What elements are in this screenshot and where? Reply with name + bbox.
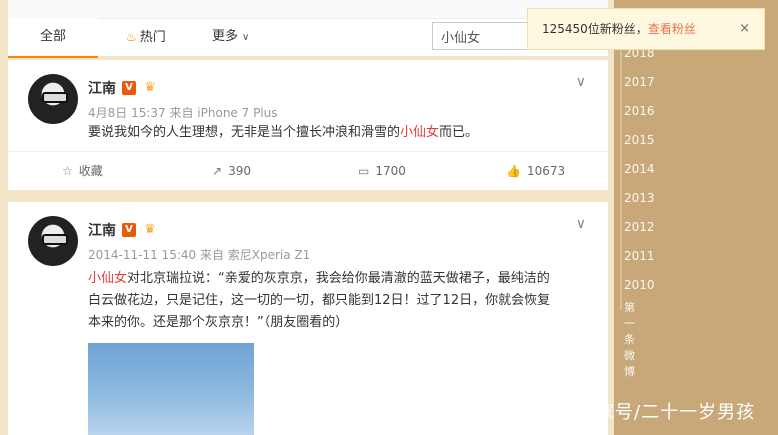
year-item[interactable]: 2015 (624, 133, 655, 147)
favorite-button[interactable]: ☆ 收藏 (62, 152, 103, 190)
tab-hot-label: 热门 (139, 30, 166, 45)
first-post-link[interactable]: 第一条微博 (624, 299, 635, 379)
highlight-keyword[interactable]: 小仙女 (88, 271, 127, 286)
notification-text: 125450位新粉丝，查看粉丝 (542, 9, 696, 49)
year-item[interactable]: 2017 (624, 75, 655, 89)
thumbs-up-icon: 👍 (506, 164, 521, 178)
view-fans-link[interactable]: 查看粉丝 (648, 22, 696, 36)
post-line-3: 本来的你。还是那个灰京京！”（朋友圈看的） (88, 315, 349, 330)
star-icon: ☆ (62, 164, 73, 178)
post-content: 要说我如今的人生理想，无非是当个擅长冲浪和滑雪的小仙女而已。 (88, 122, 478, 144)
comment-count: 1700 (375, 164, 406, 178)
tab-hot[interactable]: ♨ 热门 (126, 18, 166, 56)
weibo-post: 江南 V ♛ 4月8日 15:37 来自 iPhone 7 Plus ∨ 要说我… (8, 60, 608, 190)
avatar[interactable] (28, 74, 78, 124)
author-name[interactable]: 江南 (88, 78, 116, 98)
crown-icon: ♛ (144, 222, 156, 237)
like-count: 10673 (526, 164, 566, 178)
highlight-keyword[interactable]: 小仙女 (400, 125, 439, 140)
tab-more[interactable]: 更多 ∨ (212, 18, 249, 56)
close-icon[interactable]: × (739, 9, 750, 49)
post-content: 小仙女对北京瑞拉说：“亲爱的灰京京，我会给你最清澈的蓝天做裙子，最纯洁的 白云做… (88, 268, 550, 334)
year-item[interactable]: 2012 (624, 220, 655, 234)
chevron-down-icon[interactable]: ∨ (576, 216, 586, 232)
like-button[interactable]: 👍 10673 (506, 152, 565, 190)
feed-tabs: 全部 ♨ 热门 更多 ∨ (8, 0, 608, 58)
post-actions: ☆ 收藏 ↗ 390 ▭ 1700 👍 10673 (8, 151, 608, 190)
year-item[interactable]: 2014 (624, 162, 655, 176)
chevron-down-icon: ∨ (242, 32, 250, 43)
new-fans-notification: 125450位新粉丝，查看粉丝 × (527, 8, 765, 50)
favorite-label: 收藏 (78, 164, 103, 178)
post-line-1: 小仙女对北京瑞拉说：“亲爱的灰京京，我会给你最清澈的蓝天做裙子，最纯洁的 (88, 268, 550, 290)
chevron-down-icon[interactable]: ∨ (576, 74, 586, 90)
year-item[interactable]: 2010 (624, 278, 655, 292)
post-text: 对北京瑞拉说：“亲爱的灰京京，我会给你最清澈的蓝天做裙子，最纯洁的 (127, 271, 550, 286)
year-item[interactable]: 2016 (624, 104, 655, 118)
crown-icon: ♛ (144, 80, 156, 95)
tab-more-label: 更多 (212, 29, 239, 44)
repost-icon: ↗ (212, 164, 223, 178)
comment-button[interactable]: ▭ 1700 (358, 152, 406, 190)
post-text: 要说我如今的人生理想，无非是当个擅长冲浪和滑雪的 (88, 125, 401, 140)
flame-icon: ♨ (126, 30, 137, 44)
comment-icon: ▭ (358, 164, 370, 178)
weibo-post: 江南 V ♛ 2014-11-11 15:40 来自 索尼Xperia Z1 ∨… (8, 202, 608, 435)
author-name[interactable]: 江南 (88, 220, 116, 240)
timeline-line (620, 40, 622, 310)
verified-badge-icon: V (122, 223, 136, 237)
timeline-column (614, 0, 778, 435)
post-meta: 2014-11-11 15:40 来自 索尼Xperia Z1 (88, 248, 311, 262)
avatar[interactable] (28, 216, 78, 266)
repost-button[interactable]: ↗ 390 (212, 152, 251, 190)
post-meta: 4月8日 15:37 来自 iPhone 7 Plus (88, 106, 278, 120)
watermark: 家号/二十一岁男孩 (596, 402, 756, 423)
year-item[interactable]: 2011 (624, 249, 655, 263)
post-line-2: 白云做花边，只是记住，这一切的一切，都只能到12日！过了12日，你就会恢复 (88, 293, 551, 308)
post-image[interactable] (88, 343, 254, 435)
post-text-end: 而已。 (439, 125, 479, 140)
verified-badge-icon: V (122, 81, 136, 95)
tabs-top-strip (8, 0, 608, 19)
new-fans-count: 125450位新粉丝， (542, 22, 648, 36)
tab-all[interactable]: 全部 (8, 18, 98, 58)
year-item[interactable]: 2013 (624, 191, 655, 205)
repost-count: 390 (228, 164, 251, 178)
